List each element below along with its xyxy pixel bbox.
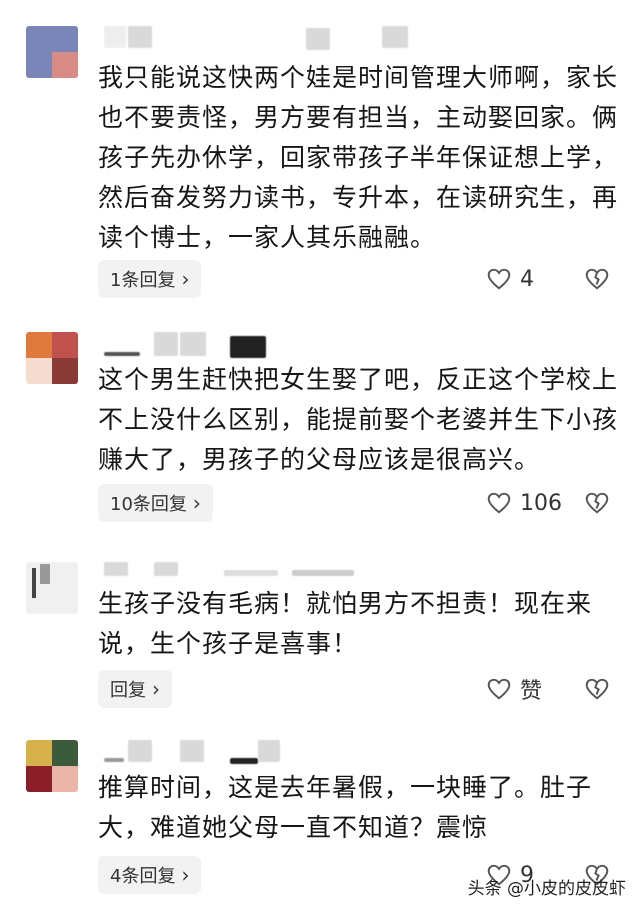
- avatar[interactable]: [26, 740, 78, 792]
- username-blurred[interactable]: [100, 738, 460, 766]
- watermark: 头条 @小皮的皮皮虾: [467, 879, 626, 899]
- comment-text: 生孩子没有毛病！就怕男方不担责！现在来说，生个孩子是喜事！: [98, 589, 593, 658]
- like-button[interactable]: 4: [486, 260, 534, 298]
- like-count: 106: [520, 490, 562, 516]
- avatar[interactable]: [26, 562, 78, 614]
- chevron-right-icon: ›: [181, 267, 190, 291]
- comment-text: 推算时间，这是去年暑假，一块睡了。肚子大，难道她父母一直不知道？震惊: [98, 773, 593, 842]
- like-button[interactable]: 赞: [486, 670, 542, 708]
- view-replies-button[interactable]: 4条回复 ›: [98, 856, 202, 894]
- broken-heart-icon[interactable]: [584, 490, 610, 516]
- chevron-right-icon: ›: [152, 677, 160, 701]
- replies-label: 1条回复: [110, 270, 176, 291]
- reply-button[interactable]: 回复 ›: [98, 670, 172, 708]
- heart-outline-icon: [487, 678, 511, 700]
- username-blurred[interactable]: [100, 22, 460, 50]
- replies-label: 4条回复: [110, 866, 176, 887]
- comment-text: 我只能说这快两个娃是时间管理大师啊，家长也不要责怪，男方要有担当，主动娶回家。俩…: [98, 63, 619, 252]
- chevron-right-icon: ›: [181, 863, 190, 887]
- chevron-right-icon: ›: [192, 491, 201, 515]
- comment-2: 这个男生赶快把女生娶了吧，反正这个学校上不上没什么区别，能提前娶个老婆并生下小孩…: [0, 330, 640, 530]
- broken-heart-icon[interactable]: [584, 266, 610, 292]
- view-replies-button[interactable]: 10条回复 ›: [98, 484, 213, 522]
- avatar[interactable]: [26, 332, 78, 384]
- comment-3: 生孩子没有毛病！就怕男方不担责！现在来说，生个孩子是喜事！ 回复 › 赞: [0, 560, 640, 720]
- view-replies-button[interactable]: 1条回复 ›: [98, 260, 202, 298]
- like-count: 赞: [520, 679, 543, 704]
- avatar[interactable]: [26, 26, 78, 78]
- broken-heart-icon[interactable]: [584, 676, 610, 702]
- like-count: 4: [520, 266, 534, 292]
- like-button[interactable]: 106: [486, 484, 562, 522]
- heart-outline-icon: [487, 268, 511, 290]
- heart-outline-icon: [487, 492, 511, 514]
- replies-label: 10条回复: [110, 494, 187, 515]
- comment-1: 我只能说这快两个娃是时间管理大师啊，家长也不要责怪，男方要有担当，主动娶回家。俩…: [0, 22, 640, 302]
- username-blurred[interactable]: [100, 330, 460, 358]
- replies-label: 回复: [110, 680, 146, 701]
- comment-text: 这个男生赶快把女生娶了吧，反正这个学校上不上没什么区别，能提前娶个老婆并生下小孩…: [98, 365, 619, 474]
